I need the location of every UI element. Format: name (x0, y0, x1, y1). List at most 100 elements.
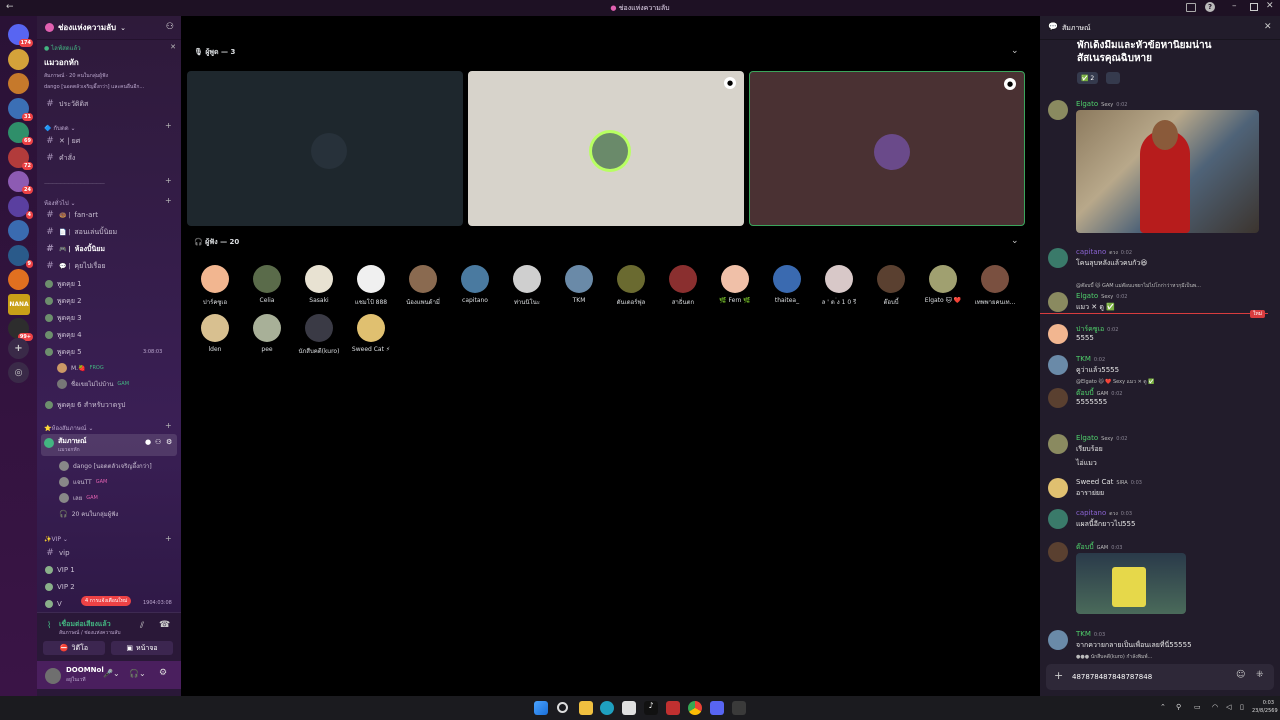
stage-channel[interactable]: สัมภาษณ์ แมวอกหัก ● ⚇ ⚙ (41, 434, 177, 456)
audience-member[interactable] (773, 265, 801, 293)
live-event-card[interactable]: ● ไลฟ์สดแล้ว แมวอกหัก สัมภาษณ์ · 20 คนใน… (44, 43, 176, 93)
noise-suppression-icon[interactable]: ⫽ (140, 621, 144, 631)
audience-member[interactable] (357, 314, 385, 342)
audience-member[interactable] (929, 265, 957, 293)
server-icon[interactable]: 69 (8, 122, 33, 145)
audience-member[interactable] (565, 265, 593, 293)
vip-channel-1[interactable]: VIP 1 (45, 563, 75, 577)
inbox-icon[interactable] (1186, 3, 1196, 12)
vip-channel-3[interactable]: V (45, 597, 62, 611)
server-icon[interactable]: 4 (8, 195, 33, 219)
channel-1[interactable]: # 📄 | สอนเล่นบิ้นิยม (45, 225, 117, 239)
minimize-icon[interactable]: – (1232, 1, 1237, 11)
stage-user[interactable]: dango [นอดตลัวเจริญอึ้งกว่า] (59, 459, 156, 473)
app-icon[interactable] (666, 701, 680, 715)
image-attachment[interactable] (1076, 110, 1259, 233)
close-icon[interactable]: ✕ (1266, 1, 1274, 11)
message-input[interactable] (1072, 669, 1232, 685)
terminal-icon[interactable] (732, 701, 746, 715)
gif-attachment[interactable] (1076, 553, 1186, 614)
server-icon[interactable] (8, 48, 29, 70)
audience-member[interactable] (305, 265, 333, 293)
avatar[interactable] (1048, 630, 1068, 650)
server-icon[interactable]: 99+ (8, 318, 33, 341)
server-icon[interactable]: 24 (8, 171, 33, 194)
voice-user[interactable]: M.🍓 FROG (57, 361, 104, 375)
category-rules[interactable]: 🔷 กับดด ⌄ (44, 123, 76, 133)
voice-user[interactable]: ชื่อเขยไม่ไปบ้าน GAM (57, 377, 129, 391)
reaction[interactable]: ✅ 2 (1077, 72, 1099, 84)
avatar[interactable] (1048, 355, 1068, 375)
audience-member[interactable] (305, 314, 333, 342)
stage-audience[interactable]: 🎧 20 คนในกลุ่มผู้ฟัง (59, 507, 118, 521)
search-icon[interactable] (557, 702, 568, 713)
tray-chevron-icon[interactable]: ⌃ (1160, 703, 1166, 711)
settings-gear-icon[interactable]: ⚙ (159, 668, 167, 678)
audience-member[interactable] (669, 265, 697, 293)
chrome-icon[interactable] (688, 701, 702, 715)
add-server-icon[interactable]: + (8, 338, 29, 359)
stage-user[interactable]: เลย GAM (59, 491, 98, 505)
message-author[interactable]: Elgato Sexy 0:02 (1076, 292, 1127, 300)
avatar[interactable] (1048, 434, 1068, 454)
audience-member[interactable] (721, 265, 749, 293)
vip-channel-0[interactable]: # vip (45, 546, 69, 560)
channel-3[interactable]: # 💬 | คุยไปเรื่อย (45, 259, 105, 273)
message-author[interactable]: TKM 0:02 (1076, 355, 1105, 363)
wifi-icon[interactable]: ◠ (1212, 703, 1218, 711)
audience-member[interactable] (357, 265, 385, 293)
video-button[interactable]: ⛔ วิดีโอ (43, 641, 105, 655)
avatar[interactable] (1048, 292, 1068, 312)
maximize-icon[interactable] (1250, 3, 1258, 11)
chat-icon[interactable]: ● (145, 438, 151, 446)
headphones-toggle-icon[interactable]: 🎧⌄ (129, 669, 146, 678)
audience-member[interactable] (617, 265, 645, 293)
category-stage[interactable]: ⭐ห้องสัมภาษณ์ ⌄ (44, 423, 93, 433)
message-author[interactable]: Elgato Sexy 0:02 (1076, 434, 1127, 442)
speaker-tile[interactable]: ● (468, 71, 744, 226)
message-author[interactable]: capitano ดวง 0:03 (1076, 509, 1132, 518)
server-header[interactable]: ช่องแห่งความลับ ⌄ ⚇ (37, 16, 181, 40)
battery-icon[interactable]: ▯ (1240, 703, 1244, 711)
voice-channel-6[interactable]: พูดคุย 6 สำหรับวาดรูป (45, 398, 125, 412)
add-channel-icon[interactable]: + (165, 196, 172, 205)
audience-member[interactable] (825, 265, 853, 293)
tiktok-icon[interactable]: ♪ (644, 701, 658, 715)
add-attachment-icon[interactable]: + (1054, 669, 1063, 682)
add-reaction-icon[interactable] (1106, 72, 1120, 84)
message-author[interactable]: Sweed Cat SIRA 0:03 (1076, 478, 1142, 486)
avatar[interactable] (1048, 248, 1068, 268)
help-icon[interactable]: ? (1205, 2, 1215, 12)
network-icon[interactable]: ▭ (1194, 703, 1201, 711)
start-icon[interactable] (534, 701, 548, 715)
explore-icon[interactable]: ◎ (8, 362, 29, 383)
gear-icon[interactable]: ⚙ (166, 438, 172, 446)
edge-icon[interactable] (600, 701, 614, 715)
screen-share-button[interactable]: ▣ หน้าจอ (111, 641, 173, 655)
avatar[interactable] (1048, 542, 1068, 562)
channel-history[interactable]: # ประวัติดิส (45, 97, 88, 111)
avatar[interactable] (1048, 478, 1068, 498)
server-icon[interactable] (8, 220, 29, 241)
add-channel-icon[interactable]: + (165, 121, 172, 130)
vip-channel-2[interactable]: VIP 2 (45, 580, 75, 594)
message-author[interactable]: TKM 0:03 (1076, 630, 1105, 638)
server-icon[interactable] (8, 269, 29, 290)
add-channel-icon[interactable]: + (165, 421, 172, 430)
microphone-icon[interactable]: 🎤⌄ (103, 669, 120, 678)
add-channel-icon[interactable]: + (165, 534, 172, 543)
message-author[interactable]: ต๊อบบี้ GAM 0:03 (1076, 542, 1122, 553)
collapse-speakers-icon[interactable]: ⌄ (1011, 46, 1019, 56)
collapse-audience-icon[interactable]: ⌄ (1011, 236, 1019, 246)
voice-channel-1[interactable]: พูดคุย 1 (45, 277, 82, 291)
server-icon[interactable]: 174 (8, 24, 33, 47)
voice-channel-5[interactable]: พูดคุย 5 (45, 345, 82, 359)
avatar[interactable] (1048, 324, 1068, 344)
message-author[interactable]: Elgato Sexy 0:02 (1076, 100, 1127, 108)
channel-commands[interactable]: # คำสั่ง (45, 151, 75, 165)
category-vip[interactable]: ✨VIP ⌄ (44, 536, 68, 543)
server-icon[interactable]: 31 (8, 97, 33, 121)
server-icon[interactable] (8, 73, 29, 94)
add-channel-icon[interactable]: + (165, 176, 172, 185)
speaker-tile[interactable] (187, 71, 463, 226)
